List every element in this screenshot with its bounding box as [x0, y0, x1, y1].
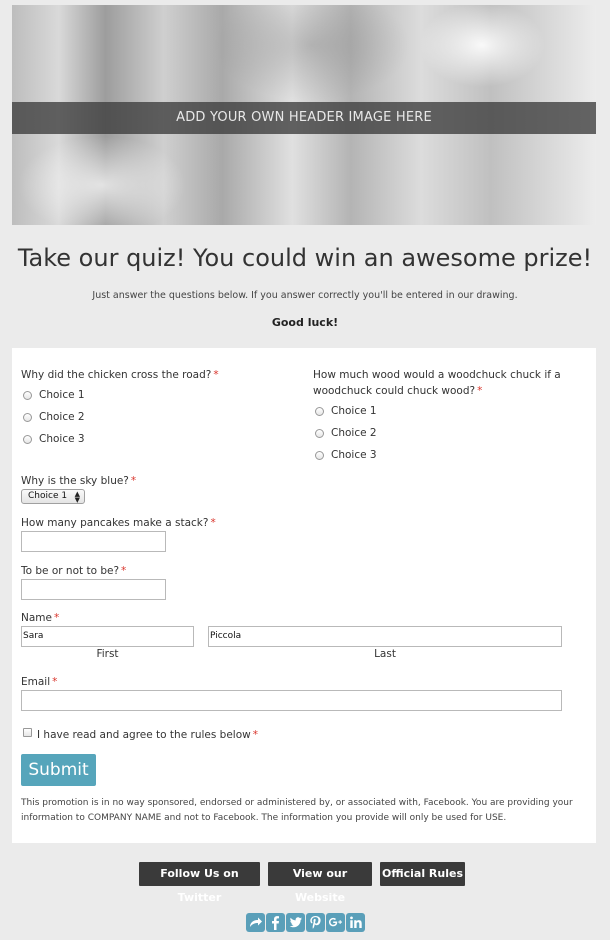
good-luck-text: Good luck!: [271, 316, 339, 329]
first-name-input[interactable]: Sara: [21, 626, 194, 647]
pancakes-input[interactable]: [21, 531, 166, 552]
question-3-label: Why is the sky blue? *: [21, 475, 137, 487]
submit-button[interactable]: Submit: [21, 754, 96, 786]
follow-twitter-button[interactable]: Follow Us on Twitter: [139, 862, 260, 904]
page-subtitle: Just answer the questions below. If you …: [92, 290, 518, 301]
required-marker: *: [252, 729, 258, 741]
q1-choice-2[interactable]: Choice 2: [23, 411, 85, 423]
q2-choice-3[interactable]: Choice 3: [315, 449, 377, 461]
sky-blue-select[interactable]: Choice 1 ▲ ▼: [21, 489, 85, 504]
share-icon[interactable]: [246, 913, 265, 932]
last-name-input[interactable]: Piccola: [208, 626, 562, 647]
email-label: Email *: [21, 676, 58, 688]
radio-button[interactable]: [23, 390, 32, 400]
radio-button[interactable]: [23, 412, 32, 422]
pinterest-icon[interactable]: [306, 913, 325, 932]
required-marker: *: [130, 475, 137, 487]
radio-button[interactable]: [23, 434, 32, 444]
facebook-icon[interactable]: [266, 913, 285, 932]
header-banner-text: ADD YOUR OWN HEADER IMAGE HERE: [12, 102, 596, 134]
q2-choice-2[interactable]: Choice 2: [315, 427, 377, 439]
q2-choice-1[interactable]: Choice 1: [315, 405, 377, 417]
quiz-form: Why did the chicken cross the road? * Cho…: [12, 348, 596, 843]
agree-label: I have read and agree to the rules below…: [37, 729, 258, 741]
required-marker: *: [213, 369, 219, 381]
required-marker: *: [53, 612, 60, 624]
required-marker: *: [121, 565, 127, 577]
radio-button[interactable]: [315, 406, 324, 416]
linkedin-icon[interactable]: [346, 913, 365, 932]
last-name-sublabel: Last: [374, 648, 396, 660]
email-input[interactable]: [21, 690, 562, 711]
question-5-label: To be or not to be? *: [21, 565, 127, 577]
disclaimer-text: This promotion is in no way sponsored, e…: [21, 798, 573, 823]
to-be-input[interactable]: [21, 579, 166, 600]
agree-checkbox[interactable]: [23, 728, 32, 737]
q1-choice-3[interactable]: Choice 3: [23, 433, 85, 445]
page-title: Take our quiz! You could win an awesome …: [17, 244, 593, 272]
google-plus-icon[interactable]: [326, 913, 345, 932]
twitter-icon[interactable]: [286, 913, 305, 932]
required-marker: *: [210, 517, 216, 529]
view-website-button[interactable]: View our Website: [268, 862, 372, 904]
official-rules-button[interactable]: Official Rules: [380, 862, 465, 886]
select-arrows-icon: ▲ ▼: [74, 490, 80, 504]
question-1-label: Why did the chicken cross the road? *: [21, 369, 219, 381]
radio-button[interactable]: [315, 428, 324, 438]
required-marker: *: [477, 385, 483, 397]
header-image: ADD YOUR OWN HEADER IMAGE HERE: [12, 5, 596, 225]
q1-choice-1[interactable]: Choice 1: [23, 389, 85, 401]
radio-button[interactable]: [315, 450, 324, 460]
name-label: Name *: [21, 612, 60, 624]
question-4-label: How many pancakes make a stack? *: [21, 517, 216, 529]
question-2-label: How much wood would a woodchuck chuck if…: [313, 369, 561, 397]
first-name-sublabel: First: [96, 648, 119, 660]
required-marker: *: [52, 676, 58, 688]
